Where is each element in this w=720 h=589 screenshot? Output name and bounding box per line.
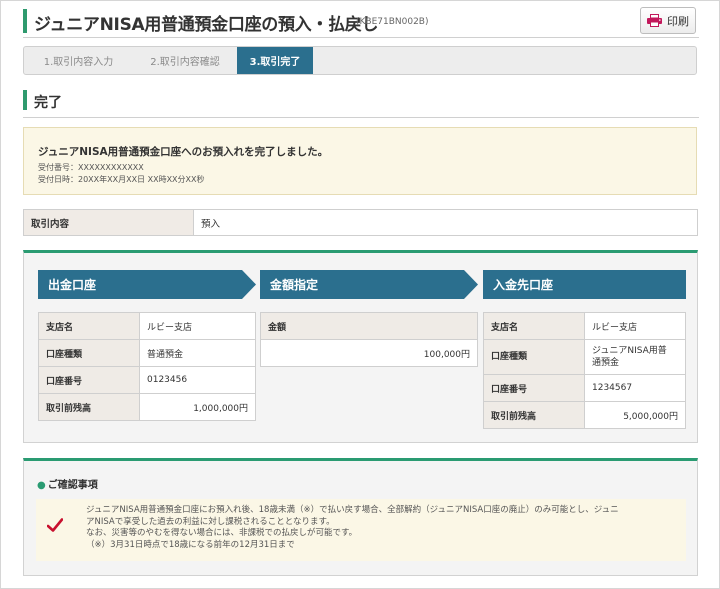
step-confirm: 2.取引内容確認 xyxy=(150,57,220,68)
balance-label: 取引前残高 xyxy=(483,401,585,429)
table-row: 口座番号 1234567 xyxy=(483,374,686,402)
account-type-label: 口座種類 xyxy=(38,339,140,367)
screen-code: (KBE71BN002B) xyxy=(356,17,429,27)
table-row: 金額 xyxy=(260,312,478,340)
amount-value: 100,000円 xyxy=(260,339,478,367)
amount-table: 金額 100,000円 xyxy=(260,312,478,367)
account-number-label: 口座番号 xyxy=(483,374,585,402)
confirmation-line: （※）3月31日時点で18歳になる前年の12月31日まで xyxy=(86,539,295,550)
confirmation-title: ● ご確認事項 xyxy=(37,476,98,491)
table-row: 取引前残高 5,000,000円 xyxy=(483,401,686,429)
account-type-value-line1: ジュニアNISA用普 xyxy=(592,346,667,356)
account-number-value: 0123456 xyxy=(139,366,256,394)
section-divider xyxy=(23,117,699,118)
amount-heading: 金額指定 xyxy=(260,270,478,299)
step-input: 1.取引内容入力 xyxy=(43,57,114,68)
progress-steps: 1.取引内容入力 2.取引内容確認 3.取引完了 xyxy=(23,46,697,75)
balance-label: 取引前残高 xyxy=(38,393,140,421)
table-row: 口座番号 0123456 xyxy=(38,366,256,394)
confirmation-panel: ● ご確認事項 ジュニアNISA用普通預金口座にお預入れ後、18歳未満（※）で払い… xyxy=(23,458,698,576)
transaction-type-value: 預入 xyxy=(201,218,221,230)
confirmation-title-text: ご確認事項 xyxy=(47,480,98,491)
confirmation-box: ジュニアNISA用普通預金口座にお預入れ後、18歳未満（※）で払い戻す場合、全部… xyxy=(36,499,686,561)
table-row: 100,000円 xyxy=(260,339,478,367)
step-complete: 3.取引完了 xyxy=(237,47,313,74)
completion-message-text: ジュニアNISA用普通預金口座へのお預入れを完了しました。 xyxy=(38,146,329,158)
balance-value: 1,000,000円 xyxy=(139,393,256,421)
account-type-value: ジュニアNISA用普 通預金 xyxy=(584,339,686,375)
table-row: 口座種類 普通預金 xyxy=(38,339,256,367)
print-button[interactable]: 印刷 xyxy=(640,7,696,34)
branch-value: ルビー支店 xyxy=(584,312,686,340)
confirmation-line: なお、災害等のやむを得ない場合には、非課税での払戻しが可能です。 xyxy=(86,528,358,539)
checkmark-icon xyxy=(47,518,63,532)
print-button-label: 印刷 xyxy=(667,14,689,28)
table-row: 口座種類 ジュニアNISA用普 通預金 xyxy=(483,339,686,375)
page-frame: ジュニアNISA用普通預金口座の預入・払戻し (KBE71BN002B) 印刷 … xyxy=(0,0,720,589)
completion-message: ジュニアNISA用普通預金口座へのお預入れを完了しました。 受付番号：XXXXX… xyxy=(23,127,697,195)
account-type-value: 普通預金 xyxy=(139,339,256,367)
section-accent-bar xyxy=(23,90,27,110)
receipt-datetime: 受付日時：20XX年XX月XX日 XX時XX分XX秒 xyxy=(38,175,205,184)
section-title: 完了 xyxy=(34,95,62,111)
from-account-table: 支店名 ルビー支店 口座種類 普通預金 口座番号 0123456 取引前残高 1… xyxy=(38,312,256,421)
table-row: 支店名 ルビー支店 xyxy=(38,312,256,340)
account-type-label: 口座種類 xyxy=(483,339,585,375)
branch-label: 支店名 xyxy=(483,312,585,340)
account-number-value: 1234567 xyxy=(584,374,686,402)
title-accent-bar xyxy=(23,9,27,33)
branch-label: 支店名 xyxy=(38,312,140,340)
to-account-table: 支店名 ルビー支店 口座種類 ジュニアNISA用普 通預金 口座番号 123456… xyxy=(483,312,686,429)
printer-icon xyxy=(647,14,662,27)
from-account-column: 出金口座 支店名 ルビー支店 口座種類 普通預金 口座番号 0123456 取引… xyxy=(38,270,256,421)
table-row: 取引前残高 1,000,000円 xyxy=(38,393,256,421)
transaction-type-label: 取引内容 xyxy=(24,210,194,235)
receipt-number: 受付番号：XXXXXXXXXXXX xyxy=(38,163,144,172)
to-account-heading: 入金先口座 xyxy=(483,270,686,299)
to-account-column: 入金先口座 支店名 ルビー支店 口座種類 ジュニアNISA用普 通預金 口座番号 … xyxy=(483,270,686,429)
header-divider xyxy=(23,37,699,38)
from-account-heading: 出金口座 xyxy=(38,270,256,299)
bullet-icon: ● xyxy=(37,480,46,491)
account-number-label: 口座番号 xyxy=(38,366,140,394)
amount-label: 金額 xyxy=(260,312,478,340)
transaction-type-row: 取引内容 預入 xyxy=(23,209,698,236)
transaction-detail-panel: 出金口座 支店名 ルビー支店 口座種類 普通預金 口座番号 0123456 取引… xyxy=(23,250,698,443)
page-title: ジュニアNISA用普通預金口座の預入・払戻し xyxy=(34,15,379,35)
table-row: 支店名 ルビー支店 xyxy=(483,312,686,340)
account-type-value-line2: 通預金 xyxy=(592,358,620,368)
branch-value: ルビー支店 xyxy=(139,312,256,340)
confirmation-line: アNISAで享受した過去の利益に対し課税されることとなります。 xyxy=(86,516,335,527)
balance-value: 5,000,000円 xyxy=(584,401,686,429)
confirmation-line: ジュニアNISA用普通預金口座にお預入れ後、18歳未満（※）で払い戻す場合、全部… xyxy=(86,505,619,515)
amount-column: 金額指定 金額 100,000円 xyxy=(260,270,478,367)
